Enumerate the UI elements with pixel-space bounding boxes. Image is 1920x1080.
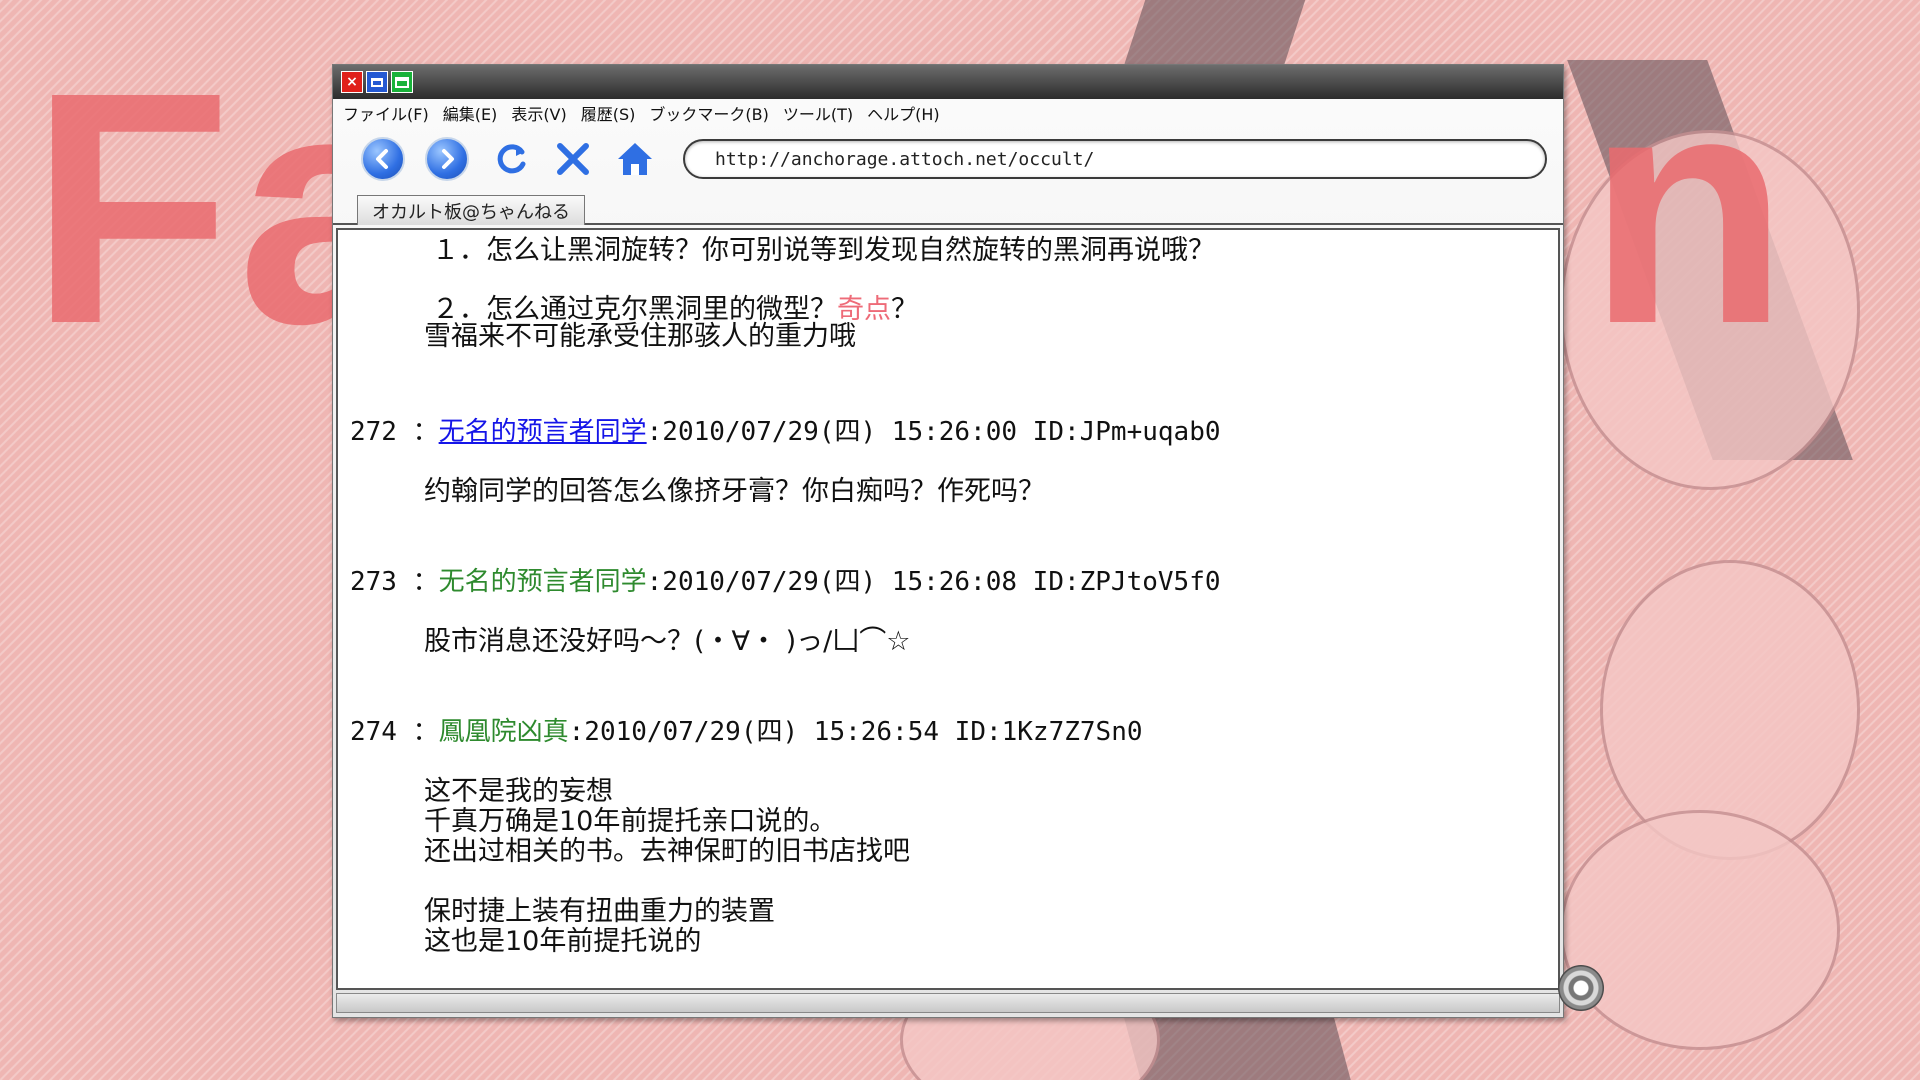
- post-header: 272 ：无名的预言者同学:2010/07/29(四) 15:26:00 ID:…: [350, 417, 1221, 447]
- menu-bar: ファイル(F) 編集(E) 表示(V) 履歴(S) ブックマーク(B) ツール(…: [333, 99, 1563, 127]
- post-text-line: 约翰同学的回答怎么像挤牙膏？你白痴吗？作死吗？: [424, 476, 1045, 507]
- stop-icon: [557, 143, 589, 175]
- post-text-line: 这不是我的妄想: [424, 776, 613, 807]
- close-button[interactable]: ×: [341, 71, 363, 93]
- poster-name: 无名的预言者同学: [438, 567, 647, 597]
- title-bar: ×: [333, 65, 1563, 99]
- back-icon: [376, 149, 388, 169]
- maximize-icon: [395, 76, 409, 88]
- home-button[interactable]: [613, 137, 657, 181]
- address-url: http://anchorage.attoch.net/occult/: [715, 148, 1095, 170]
- browser-window: × ファイル(F) 編集(E) 表示(V) 履歴(S) ブックマーク(B) ツー…: [332, 64, 1564, 1018]
- post-text: ？: [891, 294, 918, 325]
- menu-bookmarks[interactable]: ブックマーク(B): [649, 101, 768, 125]
- post-text-line: 保时捷上装有扭曲重力的装置: [424, 896, 775, 927]
- post-header: 273 ：无名的预言者同学:2010/07/29(四) 15:26:08 ID:…: [350, 567, 1221, 597]
- post-text-line: 这也是10年前提托说的: [424, 926, 702, 957]
- address-bar[interactable]: http://anchorage.attoch.net/occult/: [683, 139, 1547, 179]
- close-icon: ×: [346, 74, 358, 90]
- post-number: 272 ：: [350, 417, 439, 447]
- menu-edit[interactable]: 編集(E): [443, 101, 498, 125]
- restore-icon: [371, 77, 383, 87]
- post-text-line: 股市消息还没好吗～？(・∀・ )っ/凵⌒☆: [424, 626, 911, 657]
- restore-button[interactable]: [366, 71, 388, 93]
- stop-button[interactable]: [551, 137, 595, 181]
- post-meta: :2010/07/29(四) 15:26:00 ID:JPm+uqab0: [646, 417, 1221, 447]
- tab-label: オカルト板@ちゃんねる: [372, 201, 570, 223]
- reload-icon: [497, 144, 526, 174]
- menu-help[interactable]: ヘルプ(H): [867, 101, 940, 125]
- background-title-part: n: [1587, 23, 1795, 392]
- reload-button[interactable]: [489, 137, 533, 181]
- post-text-line: 还出过相关的书。去神保町的旧书店找吧: [424, 836, 910, 867]
- back-button[interactable]: [361, 137, 405, 181]
- post-meta: :2010/07/29(四) 15:26:54 ID:1Kz7Z7Sn0: [568, 717, 1143, 747]
- post-number: 274 ：: [350, 717, 439, 747]
- menu-file[interactable]: ファイル(F): [343, 101, 429, 125]
- post-number: 273 ：: [350, 567, 439, 597]
- status-bar: [336, 993, 1560, 1013]
- tab-occult-board[interactable]: オカルト板@ちゃんねる: [357, 195, 585, 225]
- post-text-line: 雪福来不可能承受住那骇人的重力哦: [424, 321, 856, 352]
- forward-button[interactable]: [425, 137, 469, 181]
- menu-tools[interactable]: ツール(T): [783, 101, 853, 125]
- settings-gear-icon[interactable]: [1558, 965, 1604, 1011]
- post-text-line: 千真万确是10年前提托亲口说的。: [424, 806, 837, 837]
- tab-bar: オカルト板@ちゃんねる: [333, 191, 1563, 225]
- menu-history[interactable]: 履歴(S): [581, 101, 636, 125]
- poster-name: 鳳凰院凶真: [438, 717, 569, 747]
- bg-shape: [1560, 810, 1840, 1050]
- toolbar: http://anchorage.attoch.net/occult/: [333, 127, 1563, 191]
- post-meta: :2010/07/29(四) 15:26:08 ID:ZPJtoV5f0: [646, 567, 1221, 597]
- post-text-line: １．怎么让黑洞旋转？你可别说等到发现自然旋转的黑洞再说哦？: [432, 235, 1215, 266]
- poster-name-link[interactable]: 无名的预言者同学: [439, 417, 647, 447]
- maximize-button[interactable]: [391, 71, 413, 93]
- menu-view[interactable]: 表示(V): [511, 101, 566, 125]
- home-icon: [618, 143, 652, 175]
- forward-icon: [442, 149, 454, 169]
- post-header: 274 ：鳳凰院凶真:2010/07/29(四) 15:26:54 ID:1Kz…: [350, 717, 1143, 747]
- page-content[interactable]: １．怎么让黑洞旋转？你可别说等到发现自然旋转的黑洞再说哦？ ２．怎么通过克尔黑洞…: [336, 228, 1560, 990]
